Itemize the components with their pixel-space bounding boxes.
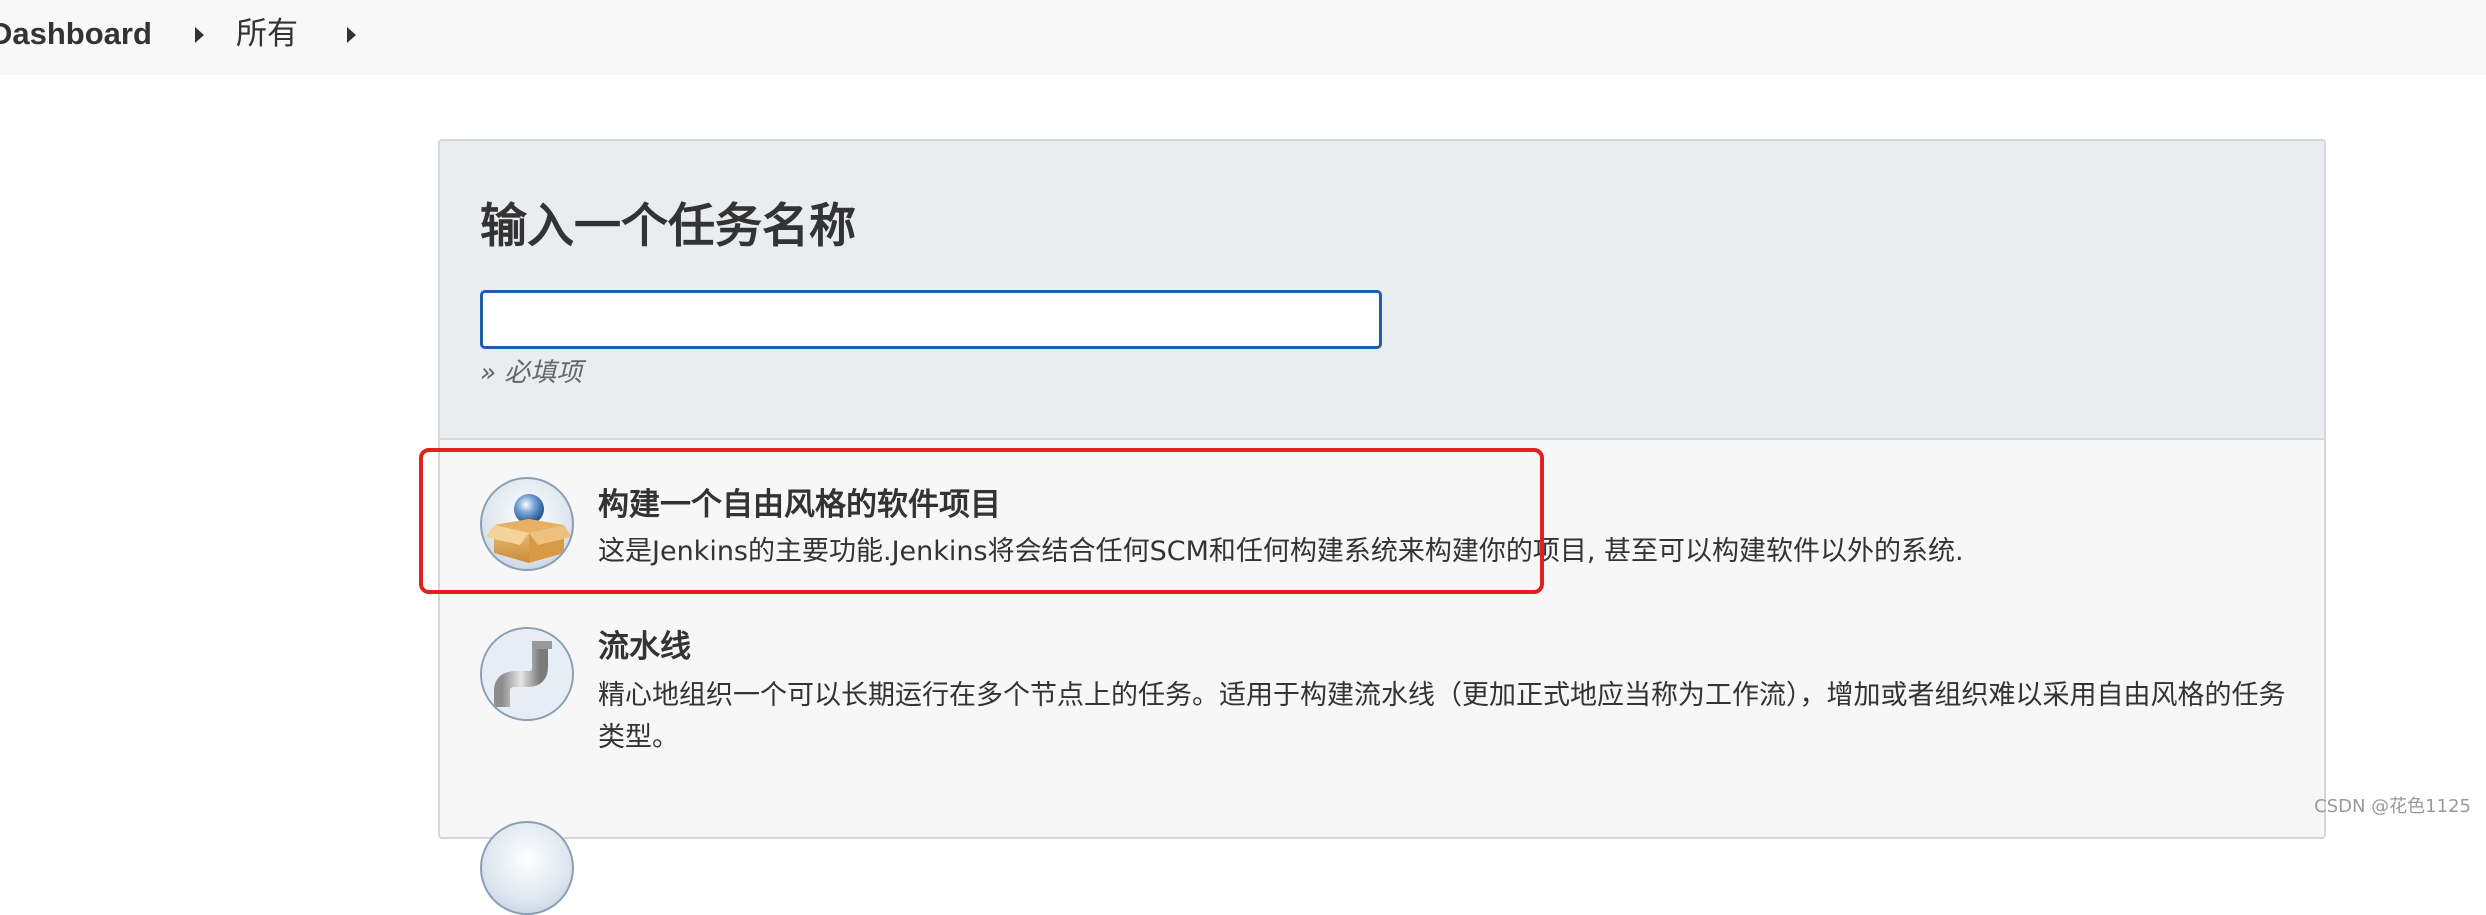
job-type-freestyle[interactable]: 构建一个自由风格的软件项目 这是Jenkins的主要功能.Jenkins将会结合…	[440, 477, 2324, 607]
item-name-input[interactable]	[480, 290, 1382, 349]
pipeline-icon	[480, 627, 574, 721]
freestyle-package-icon	[480, 477, 574, 571]
page-title: 输入一个任务名称	[480, 199, 856, 254]
required-hint: » 必填项	[480, 358, 583, 388]
job-type-title: 流水线	[598, 629, 691, 665]
job-type-description: 精心地组织一个可以长期运行在多个节点上的任务。适用于构建流水线（更加正式地应当称…	[598, 680, 2286, 753]
breadcrumb-all-link[interactable]: 所有	[236, 14, 298, 54]
item-name-section: 输入一个任务名称 » 必填项	[440, 141, 2324, 440]
job-type-next-partial[interactable]	[440, 821, 2324, 915]
job-type-description: 这是Jenkins的主要功能.Jenkins将会结合任何SCM和任何构建系统来构…	[598, 536, 1964, 567]
job-type-pipeline[interactable]: 流水线 精心地组织一个可以长期运行在多个节点上的任务。适用于构建流水线（更加正式…	[440, 627, 2324, 777]
job-type-partial-icon	[480, 821, 574, 915]
breadcrumb: Dashboard 所有	[0, 0, 2486, 75]
breadcrumb-dashboard-link[interactable]: Dashboard	[0, 14, 152, 54]
new-item-panel: 输入一个任务名称 » 必填项 构建一个自由风格的软件项目 这是Jenkins的主…	[438, 139, 2326, 915]
watermark: CSDN @花色1125	[2314, 796, 2471, 817]
breadcrumb-caret-icon[interactable]	[195, 27, 204, 43]
job-type-title: 构建一个自由风格的软件项目	[598, 487, 1001, 523]
breadcrumb-caret-icon[interactable]	[347, 27, 356, 43]
